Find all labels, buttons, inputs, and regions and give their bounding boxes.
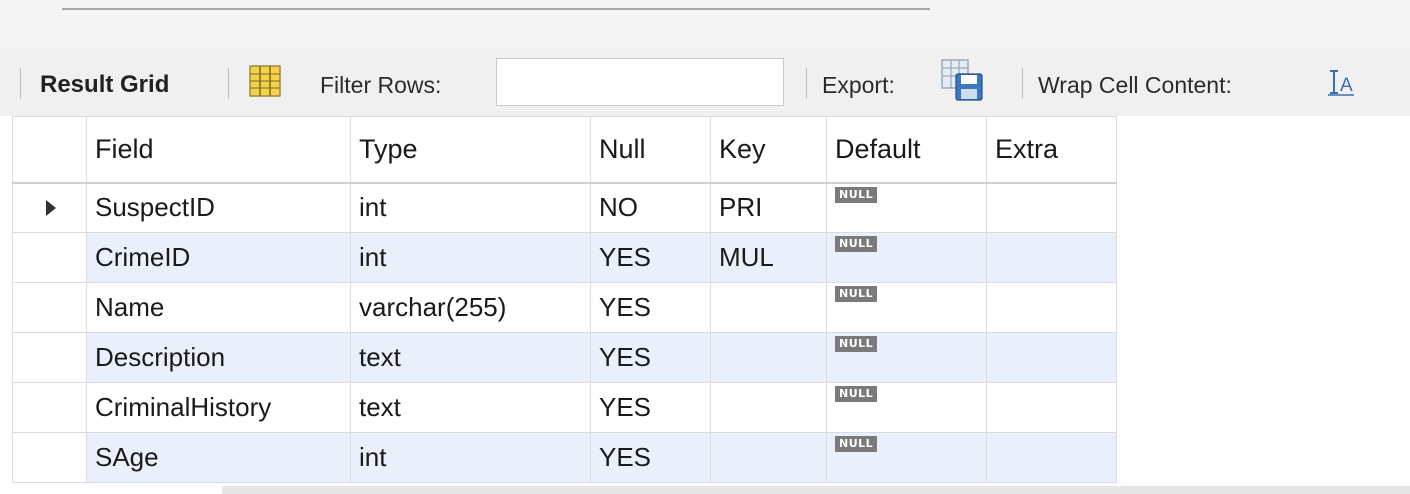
- filter-rows-label: Filter Rows:: [320, 72, 442, 98]
- table-row[interactable]: CrimeID int YES MUL NULL: [12, 232, 1117, 283]
- cell-field[interactable]: Name: [86, 282, 351, 333]
- cell-type[interactable]: varchar(255): [350, 282, 591, 333]
- cell-field[interactable]: Description: [86, 332, 351, 383]
- cell-key[interactable]: [710, 432, 827, 483]
- editor-scrollbar-line: [62, 8, 930, 10]
- cell-field[interactable]: SuspectID: [86, 182, 351, 233]
- row-selector[interactable]: [12, 282, 87, 333]
- null-badge: NULL: [835, 236, 878, 252]
- cell-extra[interactable]: [986, 282, 1117, 333]
- cell-null[interactable]: NO: [590, 182, 711, 233]
- column-header-field[interactable]: Field: [86, 116, 351, 184]
- null-badge: NULL: [835, 436, 878, 452]
- cell-key[interactable]: MUL: [710, 232, 827, 283]
- cell-extra[interactable]: [986, 432, 1117, 483]
- wrap-cell-content-label: Wrap Cell Content:: [1038, 72, 1232, 98]
- export-save-icon[interactable]: [940, 58, 984, 102]
- null-badge: NULL: [835, 336, 878, 352]
- export-label: Export:: [822, 72, 895, 98]
- table-row[interactable]: Description text YES NULL: [12, 332, 1117, 383]
- result-grid-tab[interactable]: Result Grid: [40, 70, 169, 100]
- cell-default[interactable]: NULL: [826, 332, 987, 383]
- grid-header-row: Field Type Null Key Default Extra: [12, 116, 1117, 184]
- cell-default[interactable]: NULL: [826, 232, 987, 283]
- cell-type[interactable]: int: [350, 432, 591, 483]
- result-toolbar: Result Grid Filter Rows: Export: Wrap Ce…: [0, 48, 1410, 116]
- row-selector[interactable]: [12, 232, 87, 283]
- table-row[interactable]: Name varchar(255) YES NULL: [12, 282, 1117, 333]
- cell-field[interactable]: CrimeID: [86, 232, 351, 283]
- cell-null[interactable]: YES: [590, 332, 711, 383]
- cell-key[interactable]: PRI: [710, 182, 827, 233]
- grid-view-icon[interactable]: [248, 64, 282, 98]
- column-header-type[interactable]: Type: [350, 116, 591, 184]
- null-badge: NULL: [835, 186, 878, 203]
- table-row[interactable]: CriminalHistory text YES NULL: [12, 382, 1117, 433]
- toolbar-separator: [228, 68, 229, 98]
- cell-field[interactable]: SAge: [86, 432, 351, 483]
- table-row[interactable]: SuspectID int NO PRI NULL: [12, 182, 1117, 233]
- cell-key[interactable]: [710, 332, 827, 383]
- result-grid: Field Type Null Key Default Extra Suspec…: [12, 116, 1117, 483]
- row-selector[interactable]: [12, 182, 87, 233]
- toolbar-separator: [806, 68, 807, 98]
- horizontal-scrollbar[interactable]: [222, 486, 1410, 494]
- cell-default[interactable]: NULL: [826, 432, 987, 483]
- table-row[interactable]: SAge int YES NULL: [12, 432, 1117, 483]
- cell-field[interactable]: CriminalHistory: [86, 382, 351, 433]
- cell-default[interactable]: NULL: [826, 182, 987, 233]
- cell-default[interactable]: NULL: [826, 382, 987, 433]
- row-selector[interactable]: [12, 382, 87, 433]
- toolbar-separator: [20, 68, 21, 98]
- filter-rows-input[interactable]: [496, 58, 784, 106]
- svg-text:A: A: [1340, 75, 1353, 96]
- cell-null[interactable]: YES: [590, 232, 711, 283]
- column-header-extra[interactable]: Extra: [986, 116, 1117, 184]
- toolbar-separator: [1022, 68, 1023, 98]
- null-badge: NULL: [835, 286, 878, 302]
- column-header-key[interactable]: Key: [710, 116, 827, 184]
- current-row-arrow-icon: [45, 200, 56, 217]
- cell-null[interactable]: YES: [590, 282, 711, 333]
- cell-extra[interactable]: [986, 232, 1117, 283]
- cell-null[interactable]: YES: [590, 382, 711, 433]
- row-selector[interactable]: [12, 432, 87, 483]
- cell-extra[interactable]: [986, 332, 1117, 383]
- cell-default[interactable]: NULL: [826, 282, 987, 333]
- cell-key[interactable]: [710, 382, 827, 433]
- cell-key[interactable]: [710, 282, 827, 333]
- row-selector[interactable]: [12, 332, 87, 383]
- column-header-null[interactable]: Null: [590, 116, 711, 184]
- null-badge: NULL: [835, 386, 878, 402]
- wrap-text-icon[interactable]: A: [1326, 68, 1356, 96]
- cell-extra[interactable]: [986, 382, 1117, 433]
- cell-type[interactable]: text: [350, 382, 591, 433]
- cell-type[interactable]: int: [350, 232, 591, 283]
- column-header-default[interactable]: Default: [826, 116, 987, 184]
- cell-null[interactable]: YES: [590, 432, 711, 483]
- row-selector-header[interactable]: [12, 116, 87, 184]
- cell-type[interactable]: int: [350, 182, 591, 233]
- cell-type[interactable]: text: [350, 332, 591, 383]
- cell-extra[interactable]: [986, 182, 1117, 233]
